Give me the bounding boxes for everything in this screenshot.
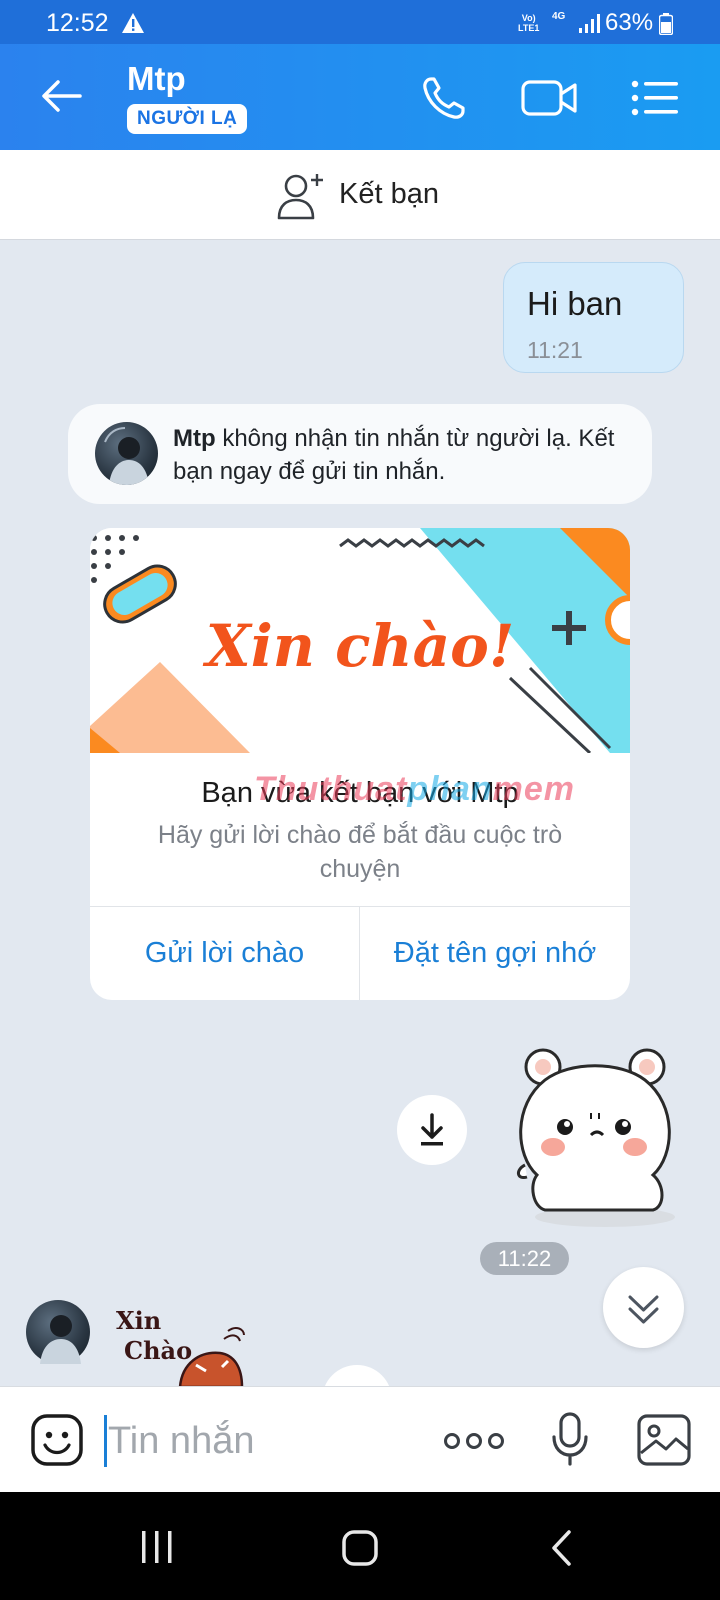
more-options-icon[interactable] xyxy=(444,1431,504,1451)
stranger-notice: Mtp không nhận tin nhắn từ người lạ. Kết… xyxy=(68,404,652,504)
scroll-down-button[interactable] xyxy=(603,1267,684,1348)
greeting-banner: Xin chào! xyxy=(90,528,630,753)
phone-icon[interactable] xyxy=(420,74,468,122)
message-time: 11:21 xyxy=(527,337,583,363)
notice-body: không nhận tin nhắn từ người lạ. Kết bạn… xyxy=(173,425,615,485)
avatar-person-silhouette xyxy=(104,427,149,485)
network-indicator: Vo) LTE1 xyxy=(518,13,539,33)
system-navigation-bar xyxy=(0,1492,720,1600)
contact-name[interactable]: Mtp xyxy=(127,60,186,98)
recent-apps-icon[interactable] xyxy=(141,1530,173,1564)
contact-avatar-small[interactable] xyxy=(26,1300,90,1364)
lte-label: LTE1 xyxy=(518,23,540,33)
battery-percent: 63% xyxy=(605,9,654,36)
status-time: 12:52 xyxy=(46,9,109,37)
sticker-text-chao: Chào xyxy=(124,1336,192,1365)
network-type: 4G xyxy=(552,11,566,22)
outgoing-message[interactable]: Hi ban 11:21 xyxy=(503,262,684,373)
send-greeting-button[interactable]: Gửi lời chào xyxy=(90,907,359,1000)
new-friend-card: Xin chào! Bạn vừa kết bạn với Mtp Hãy gử… xyxy=(90,528,630,1000)
avatar-person-silhouette xyxy=(40,1315,81,1364)
stranger-badge: NGƯỜI LẠ xyxy=(127,104,248,134)
download-icon xyxy=(421,1113,443,1146)
notice-text: Mtp không nhận tin nhắn từ người lạ. Kết… xyxy=(173,422,643,488)
status-bar: 12:52 Vo) LTE1 4G 63% xyxy=(0,0,720,44)
double-chevron-down-icon xyxy=(628,1295,659,1324)
watermark: Thuthuatphanmem xyxy=(254,770,575,809)
bear-sticker[interactable] xyxy=(515,1045,685,1230)
add-friend-label[interactable]: Kết bạn xyxy=(339,178,439,211)
volte-label: Vo) xyxy=(521,13,536,23)
greeting-sticker[interactable]: Xin Chào xyxy=(110,1305,260,1387)
contact-avatar[interactable] xyxy=(95,422,158,485)
video-camera-icon[interactable] xyxy=(521,74,579,122)
microphone-icon[interactable] xyxy=(550,1411,590,1467)
back-arrow-icon[interactable] xyxy=(40,78,84,114)
signal-icon xyxy=(579,14,600,33)
set-nickname-button[interactable]: Đặt tên gợi nhớ xyxy=(360,907,630,1000)
text-caret xyxy=(104,1415,107,1467)
chat-header: Mtp NGƯỜI LẠ xyxy=(0,44,720,150)
sticker-time-pill: 11:22 xyxy=(480,1242,569,1275)
card-subtitle: Hãy gửi lời chào để bắt đầu cuộc trò chu… xyxy=(157,821,563,883)
warning-icon xyxy=(122,13,144,33)
battery-icon xyxy=(659,13,673,35)
back-nav-icon[interactable] xyxy=(551,1530,571,1566)
home-icon[interactable] xyxy=(342,1530,378,1566)
download-button[interactable] xyxy=(397,1095,467,1165)
add-friend-bar[interactable]: Kết bạn xyxy=(0,150,720,240)
watermark-part3: mem xyxy=(492,770,575,808)
banner-greeting-text: Xin chào! xyxy=(202,612,515,680)
watermark-part2: phan xyxy=(407,770,493,808)
notice-name: Mtp xyxy=(173,425,216,452)
watermark-part1: Thuthuat xyxy=(254,770,408,808)
add-friend-icon xyxy=(277,174,323,220)
message-text: Hi ban xyxy=(527,285,623,322)
menu-list-icon[interactable] xyxy=(630,74,680,122)
image-gallery-icon[interactable] xyxy=(636,1413,692,1467)
emoji-sticker-icon[interactable] xyxy=(30,1413,84,1467)
sticker-text-xin: Xin xyxy=(116,1306,161,1335)
message-input[interactable] xyxy=(108,1411,408,1471)
message-input-bar xyxy=(0,1386,720,1492)
